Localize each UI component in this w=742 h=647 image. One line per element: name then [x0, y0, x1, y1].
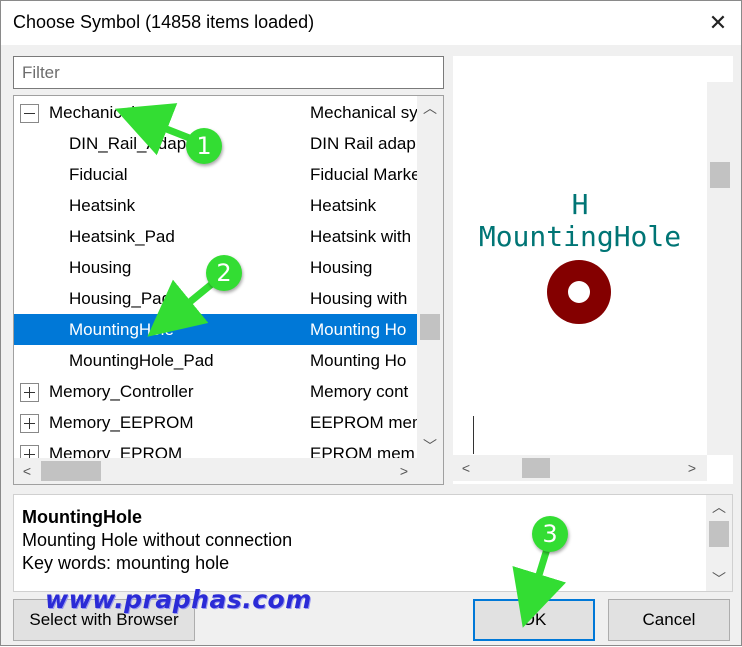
tree-row-name: Memory_Controller — [49, 382, 194, 401]
tree-row-description: Fiducial Marke — [310, 165, 417, 184]
details-vscroll-thumb[interactable] — [709, 521, 729, 547]
scroll-right-icon[interactable]: > — [391, 459, 417, 483]
mounting-hole-pad-icon — [547, 260, 611, 324]
tree-vertical-scrollbar[interactable]: ︿ ﹀ — [417, 96, 443, 458]
tree-row[interactable]: Memory_EEPROM EEPROM mem — [14, 407, 417, 438]
tree-row-name: Fiducial — [69, 165, 128, 184]
scroll-down-icon[interactable]: ﹀ — [706, 567, 732, 591]
tree-row-description: EEPROM mem — [310, 413, 417, 432]
preview-vertical-scrollbar[interactable] — [707, 82, 733, 455]
tree-row[interactable]: Memory_Controller Memory cont — [14, 376, 417, 407]
tree-row[interactable]: MountingHole_Pad Mounting Ho — [14, 345, 417, 376]
ok-button[interactable]: OK — [473, 599, 595, 641]
tree-row-description: Housing — [310, 258, 373, 277]
tree-hscroll-thumb[interactable] — [41, 461, 101, 481]
tree-row-description: Heatsink with — [310, 227, 412, 246]
scroll-corner — [417, 458, 443, 484]
tree-row-description: Mechanical sy — [310, 103, 417, 122]
watermark: www.praphas.com — [45, 585, 312, 614]
collapse-icon[interactable] — [20, 104, 39, 123]
details-description: Mounting Hole without connection — [22, 530, 293, 550]
tree-row-name: MountingHole — [69, 320, 174, 339]
tree-row[interactable]: Fiducial Fiducial Marke — [14, 159, 417, 190]
callout-2: 2 — [206, 255, 242, 291]
tree-row[interactable]: Heatsink Heatsink — [14, 190, 417, 221]
tree-row-name: Memory_EEPROM — [49, 413, 194, 432]
tree-row-name: DIN_Rail_Adap — [69, 134, 187, 153]
tree-row-name: Heatsink — [69, 196, 136, 215]
choose-symbol-dialog: Choose Symbol (14858 items loaded) ✕ Mec… — [0, 0, 742, 646]
tree-row-name: Mechanical — [49, 103, 135, 122]
close-icon[interactable]: ✕ — [695, 1, 741, 45]
tree-vscroll-thumb[interactable] — [420, 314, 440, 340]
preview-hscroll-thumb[interactable] — [522, 458, 550, 478]
filter-input[interactable] — [13, 56, 444, 89]
text-cursor — [473, 416, 474, 454]
scroll-left-icon[interactable]: < — [453, 456, 479, 480]
tree-row-name: MountingHole_Pad — [69, 351, 214, 370]
tree-row-description: Housing with — [310, 289, 408, 308]
symbol-details: MountingHole Mounting Hole without conne… — [13, 494, 733, 592]
tree-row-description: DIN Rail adap — [310, 134, 416, 153]
scroll-up-icon[interactable]: ︿ — [417, 96, 443, 120]
expand-icon[interactable] — [20, 383, 39, 402]
tree-row[interactable]: MountingHole Mounting Ho — [14, 314, 417, 345]
scroll-left-icon[interactable]: < — [14, 459, 40, 483]
tree-row[interactable]: Heatsink_Pad Heatsink with — [14, 221, 417, 252]
preview-reference: H — [571, 188, 589, 221]
tree-row-description: Heatsink — [310, 196, 377, 215]
tree-row-description: Mounting Ho — [310, 320, 407, 339]
dialog-title: Choose Symbol (14858 items loaded) — [13, 12, 315, 32]
tree-row-name: Heatsink_Pad — [69, 227, 175, 246]
tree-row-description: Mounting Ho — [310, 351, 407, 370]
details-name: MountingHole — [22, 507, 142, 527]
scroll-up-icon[interactable]: ︿ — [706, 495, 732, 519]
tree-row[interactable]: Mechanical Mechanical sy — [14, 97, 417, 128]
title-bar: Choose Symbol (14858 items loaded) ✕ — [1, 1, 741, 45]
tree-row-name: Housing — [69, 258, 132, 277]
tree-horizontal-scrollbar[interactable]: < > — [14, 458, 417, 484]
symbol-preview[interactable]: H MountingHole < > — [453, 56, 733, 484]
details-keywords: Key words: mounting hole — [22, 553, 230, 573]
callout-3: 3 — [532, 516, 568, 552]
preview-value: MountingHole — [478, 220, 682, 253]
callout-1: 1 — [186, 128, 222, 164]
details-vertical-scrollbar[interactable]: ︿ ﹀ — [706, 495, 732, 591]
tree-row-name: Housing_Pad — [69, 289, 172, 308]
scroll-down-icon[interactable]: ﹀ — [417, 434, 443, 458]
tree-row-description: Memory cont — [310, 382, 409, 401]
preview-horizontal-scrollbar[interactable]: < > — [453, 455, 707, 481]
expand-icon[interactable] — [20, 414, 39, 433]
preview-vscroll-thumb[interactable] — [710, 162, 730, 188]
cancel-button[interactable]: Cancel — [608, 599, 730, 641]
scroll-right-icon[interactable]: > — [679, 456, 705, 480]
